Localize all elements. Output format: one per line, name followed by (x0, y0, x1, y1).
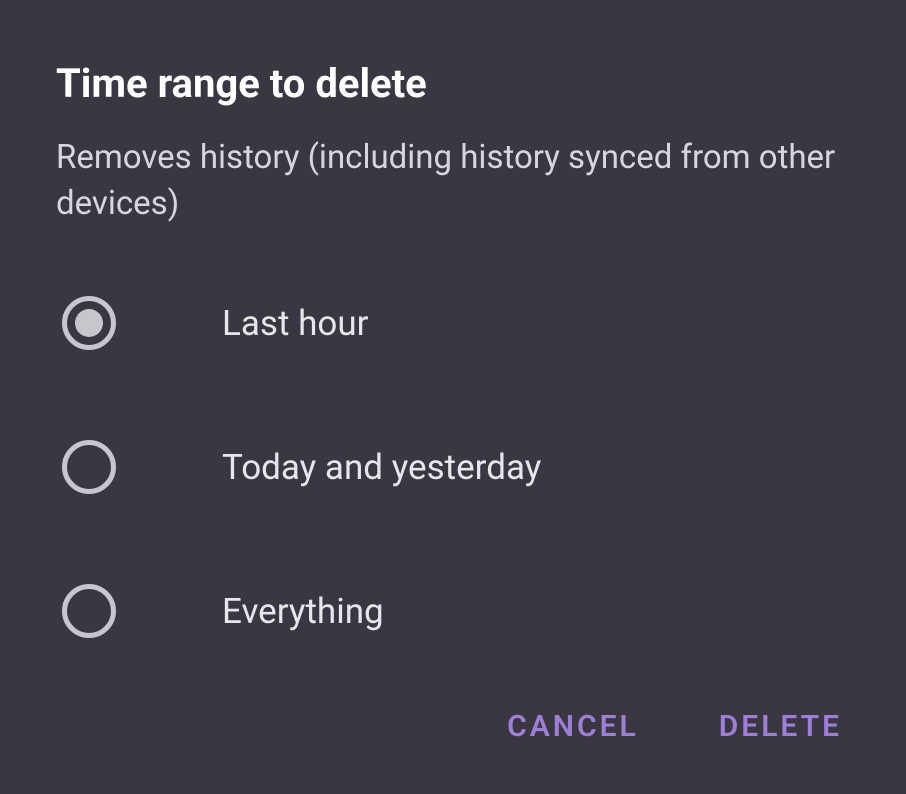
dialog-description: Removes history (including history synce… (56, 135, 850, 226)
radio-option-today-yesterday[interactable]: Today and yesterday (62, 440, 850, 494)
delete-button[interactable]: DELETE (719, 709, 842, 744)
radio-label: Last hour (222, 303, 368, 344)
dialog-title: Time range to delete (56, 60, 850, 107)
radio-option-everything[interactable]: Everything (62, 584, 850, 638)
radio-label: Today and yesterday (222, 447, 541, 488)
radio-label: Everything (222, 591, 384, 632)
radio-unselected-icon (62, 440, 116, 494)
cancel-button[interactable]: CANCEL (507, 709, 639, 744)
radio-option-last-hour[interactable]: Last hour (62, 296, 850, 350)
dialog-actions: CANCEL DELETE (56, 709, 850, 754)
radio-selected-icon (62, 296, 116, 350)
radio-unselected-icon (62, 584, 116, 638)
radio-group: Last hour Today and yesterday Everything (56, 296, 850, 638)
